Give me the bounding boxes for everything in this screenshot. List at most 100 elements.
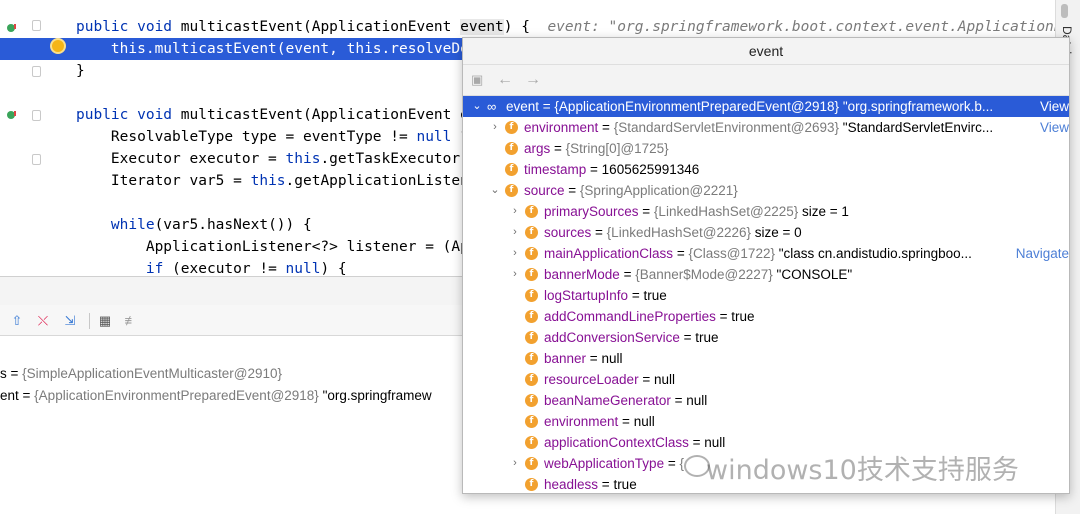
field-extra: size = 1 [798, 204, 849, 219]
tree-row[interactable]: › f mainApplicationClass = {Class@1722} "c… [463, 243, 1069, 264]
override-marker-icon[interactable] [6, 108, 16, 119]
field-value: null [601, 351, 623, 366]
back-arrow-icon[interactable]: ← [497, 71, 513, 89]
collapse-arrow-icon[interactable]: ⌄ [471, 96, 483, 117]
field-value: null [686, 393, 708, 408]
field-value: {Class@1722} [688, 246, 775, 261]
field-name: environment [544, 414, 619, 429]
field-value: true [695, 330, 719, 345]
field-icon: f [525, 205, 538, 218]
navigate-link[interactable]: Navigate [1013, 243, 1069, 264]
field-name: webApplicationType [544, 456, 665, 471]
field-extra: "class cn.andistudio.springboo... [774, 246, 972, 261]
tree-row[interactable]: › f bannerMode = {Banner$Mode@2227} "CONSO… [463, 264, 1069, 285]
field-name: applicationContextClass [544, 435, 689, 450]
field-name: sources [544, 225, 592, 240]
field-name: environment [524, 120, 599, 135]
tree-row[interactable]: f addConversionService = true [463, 327, 1069, 348]
inline-debug-value: event: "org.springframework.boot.context… [547, 19, 1080, 35]
step-out-icon[interactable]: ⇧ [9, 313, 25, 329]
forward-arrow-icon[interactable]: → [525, 71, 541, 89]
variable-row[interactable]: ent = {ApplicationEnvironmentPreparedEve… [0, 385, 432, 407]
field-icon: f [525, 331, 538, 344]
field-value: {Banner$Mode@2227} [635, 267, 773, 282]
evaluate-expression-icon[interactable]: ▦ [97, 313, 113, 329]
expand-arrow-icon[interactable]: › [489, 117, 501, 138]
breakpoint-icon[interactable] [52, 40, 64, 52]
code-line: Iterator var5 = this.getApplicationListe… [76, 173, 478, 189]
watermark-text: windows10技术支持服务 [706, 455, 1019, 486]
field-value: {String[0]@1725} [565, 141, 669, 156]
field-extra: size = 0 [751, 225, 802, 240]
view-link[interactable]: View [1037, 117, 1069, 138]
field-name: logStartupInfo [544, 288, 629, 303]
fold-marker-icon[interactable] [32, 110, 41, 121]
field-icon: f [505, 184, 518, 197]
variable-inspector-popup[interactable]: event ▣ ← → ⌄ ∞ event = {ApplicationEnviro… [462, 37, 1070, 494]
field-icon: f [525, 352, 538, 365]
field-icon: f [525, 268, 538, 281]
override-marker-icon[interactable] [6, 21, 16, 32]
field-name: headless [544, 477, 599, 492]
variable-string: "org.springframew [322, 388, 432, 403]
view-link[interactable]: View [1037, 96, 1069, 117]
field-name: timestamp [524, 162, 587, 177]
tree-row[interactable]: › f sources = {LinkedHashSet@2226} size = … [463, 222, 1069, 243]
expand-arrow-icon[interactable]: › [509, 264, 521, 285]
drop-frame-icon[interactable]: ⤬ [35, 313, 51, 329]
field-name: primarySources [544, 204, 639, 219]
field-extra: "org.springframework.b... [839, 99, 994, 114]
code-line: Executor executor = this.getTaskExecutor… [76, 151, 478, 167]
code-line: public void multicastEvent(ApplicationEv… [76, 16, 1080, 38]
tree-row[interactable]: ⌄ f source = {SpringApplication@2221} [463, 180, 1069, 201]
tree-row[interactable]: f environment = null [463, 411, 1069, 432]
field-name: mainApplicationClass [544, 246, 674, 261]
watch-icon: ∞ [487, 99, 497, 114]
tree-row[interactable]: f addCommandLineProperties = true [463, 306, 1069, 327]
field-value: {ApplicationEnvironmentPreparedEvent@291… [554, 99, 840, 114]
object-icon[interactable]: ▣ [471, 71, 483, 89]
editor-scrollbar-thumb[interactable] [1061, 4, 1068, 18]
run-to-cursor-icon[interactable]: ⇲ [62, 313, 78, 329]
field-icon: f [525, 394, 538, 407]
code-line: ApplicationListener<?> listener = (App [76, 239, 478, 255]
field-value: null [653, 372, 675, 387]
variable-value: {SimpleApplicationEventMulticaster@2910} [22, 366, 282, 381]
field-icon: f [525, 478, 538, 491]
expand-arrow-icon[interactable]: › [509, 243, 521, 264]
code-line: ResolvableType type = eventType != null … [76, 129, 469, 145]
tree-row[interactable]: f beanNameGenerator = null [463, 390, 1069, 411]
field-name: addCommandLineProperties [544, 309, 716, 324]
field-value: true [643, 288, 667, 303]
field-icon: f [525, 289, 538, 302]
tree-row-selected[interactable]: ⌄ ∞ event = {ApplicationEnvironmentPrepare… [463, 96, 1069, 117]
expand-arrow-icon[interactable]: › [509, 222, 521, 243]
field-name: event [506, 99, 540, 114]
field-icon: f [525, 247, 538, 260]
fold-marker-icon[interactable] [32, 20, 41, 31]
tree-row[interactable]: f resourceLoader = null [463, 369, 1069, 390]
collapse-arrow-icon[interactable]: ⌄ [489, 180, 501, 201]
tree-row[interactable]: f args = {String[0]@1725} [463, 138, 1069, 159]
fold-marker-icon[interactable] [32, 154, 41, 165]
field-name: bannerMode [544, 267, 620, 282]
expand-arrow-icon[interactable]: › [509, 453, 521, 474]
field-value: true [731, 309, 755, 324]
field-value: true [613, 477, 637, 492]
field-name: args [524, 141, 551, 156]
toolbar-divider [89, 313, 90, 329]
variable-row[interactable]: s = {SimpleApplicationEventMulticaster@2… [0, 363, 282, 385]
tree-row[interactable]: f banner = null [463, 348, 1069, 369]
tree-row[interactable]: › f environment = {StandardServletEnvironm… [463, 117, 1069, 138]
tree-row[interactable]: f timestamp = 1605625991346 [463, 159, 1069, 180]
code-line: } [76, 63, 85, 79]
expand-arrow-icon[interactable]: › [509, 201, 521, 222]
tree-row[interactable]: f logStartupInfo = true [463, 285, 1069, 306]
popup-title: event [463, 38, 1069, 65]
code-line-selected: this.multicastEvent(event, this.resolveD… [76, 41, 478, 57]
fold-marker-icon[interactable] [32, 66, 41, 77]
field-extra: "StandardServletEnvirc... [839, 120, 994, 135]
tree-row[interactable]: › f primarySources = {LinkedHashSet@2225} … [463, 201, 1069, 222]
field-extra: "CONSOLE" [772, 267, 853, 282]
trace-stream-icon[interactable]: ≢ [123, 313, 139, 329]
